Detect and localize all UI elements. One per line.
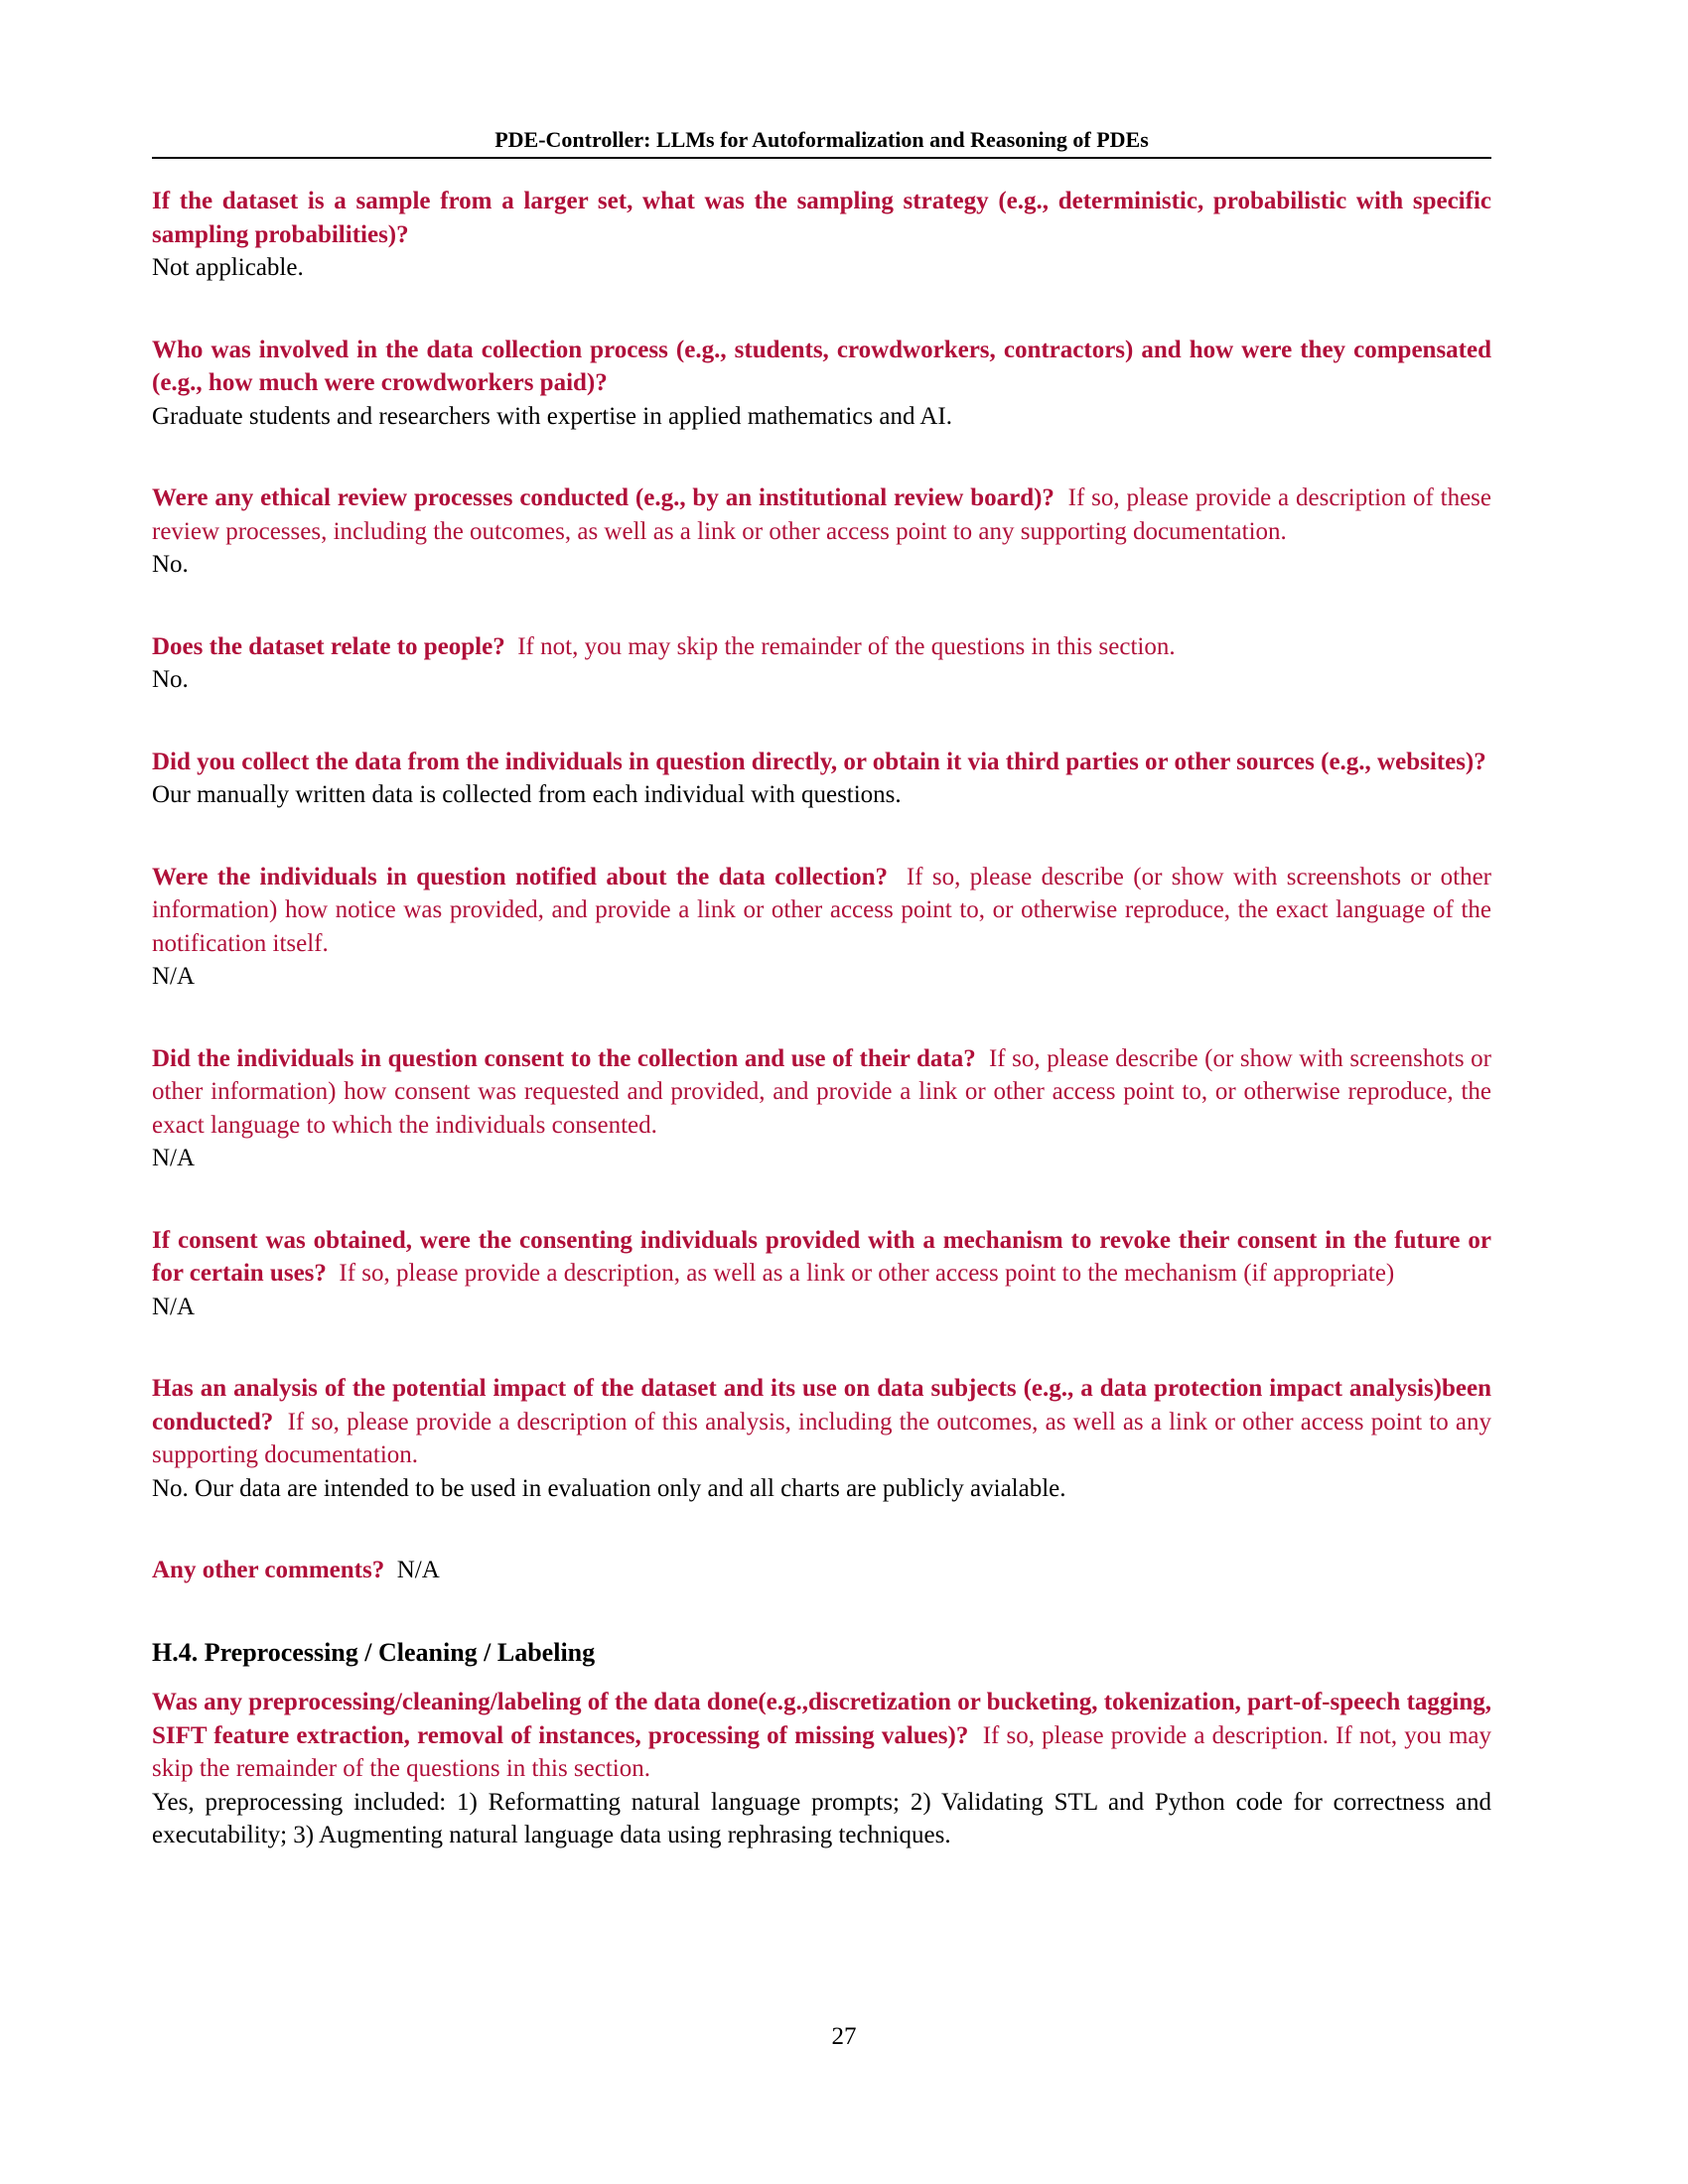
question-note: If not, you may skip the remainder of th… xyxy=(517,632,1176,660)
paper-page: PDE-Controller: LLMs for Autoformalizati… xyxy=(0,0,1688,2184)
answer: N/A xyxy=(152,1293,196,1320)
answer: Graduate students and researchers with e… xyxy=(152,402,952,430)
page-body: If the dataset is a sample from a larger… xyxy=(152,185,1491,1901)
answer: Yes, preprocessing included: 1) Reformat… xyxy=(152,1788,1491,1849)
qa-item: If consent was obtained, were the consen… xyxy=(152,1224,1491,1324)
question-text: Were any ethical review processes conduc… xyxy=(152,484,1055,511)
running-head: PDE-Controller: LLMs for Autoformalizati… xyxy=(494,127,1149,152)
question-note: If so, please provide a description of t… xyxy=(152,1408,1491,1469)
inline-answer: N/A xyxy=(396,1557,440,1583)
page-number: 27 xyxy=(831,2023,857,2050)
question: Does the dataset relate to people? If no… xyxy=(152,630,1491,664)
qa-item: Has an analysis of the potential impact … xyxy=(152,1372,1491,1505)
question-text: If the dataset is a sample from a larger… xyxy=(152,188,1491,248)
question-text: Were the individuals in question notifie… xyxy=(152,863,889,890)
question: Any other comments? N/A xyxy=(152,1554,1491,1587)
answer: Our manually written data is collected f… xyxy=(152,781,902,808)
qa-item: Does the dataset relate to people? If no… xyxy=(152,630,1491,697)
answer: No. xyxy=(152,551,189,578)
question: Was any preprocessing/cleaning/labeling … xyxy=(152,1686,1491,1786)
qa-item: Who was involved in the data collection … xyxy=(152,334,1491,434)
qa-item: Did the individuals in question consent … xyxy=(152,1042,1491,1175)
answer: N/A xyxy=(152,1145,196,1171)
answer: N/A xyxy=(152,963,196,990)
question: Were the individuals in question notifie… xyxy=(152,861,1491,961)
qa-item: Did you collect the data from the indivi… xyxy=(152,746,1491,812)
question: Who was involved in the data collection … xyxy=(152,334,1491,400)
answer: No. Our data are intended to be used in … xyxy=(152,1474,1066,1502)
question: Were any ethical review processes conduc… xyxy=(152,481,1491,548)
question: Did the individuals in question consent … xyxy=(152,1042,1491,1143)
qa-item: Were the individuals in question notifie… xyxy=(152,861,1491,994)
question-text: Who was involved in the data collection … xyxy=(152,336,1491,397)
header-rule xyxy=(152,157,1491,159)
question: Has an analysis of the potential impact … xyxy=(152,1372,1491,1472)
answer: No. xyxy=(152,666,189,693)
section-heading: H.4. Preprocessing / Cleaning / Labeling xyxy=(152,1637,596,1667)
question: If consent was obtained, were the consen… xyxy=(152,1224,1491,1291)
qa-item: Were any ethical review processes conduc… xyxy=(152,481,1491,582)
qa-item: Was any preprocessing/cleaning/labeling … xyxy=(152,1686,1491,1852)
question-text: Did you collect the data from the indivi… xyxy=(152,748,1486,775)
question: Did you collect the data from the indivi… xyxy=(152,746,1491,779)
answer: Not applicable. xyxy=(152,254,304,281)
qa-item: Any other comments? N/A xyxy=(152,1554,1491,1587)
qa-item: If the dataset is a sample from a larger… xyxy=(152,185,1491,285)
question: If the dataset is a sample from a larger… xyxy=(152,185,1491,251)
question-text: Does the dataset relate to people? xyxy=(152,632,505,660)
question-text: Did the individuals in question consent … xyxy=(152,1044,976,1072)
question-note: If so, please provide a description, as … xyxy=(339,1260,1395,1287)
question-text: Any other comments? xyxy=(152,1557,385,1583)
